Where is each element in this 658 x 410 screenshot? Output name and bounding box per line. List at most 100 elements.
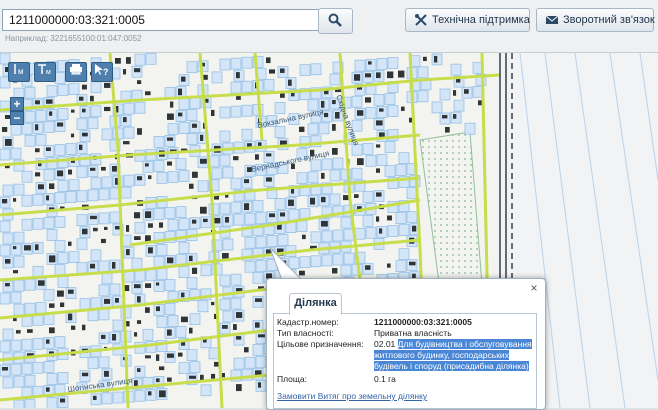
parcel[interactable] <box>241 128 253 141</box>
parcel[interactable] <box>46 157 58 169</box>
parcel[interactable] <box>10 147 22 160</box>
parcel[interactable] <box>21 218 33 231</box>
parcel[interactable] <box>101 128 113 141</box>
parcel[interactable] <box>406 211 418 224</box>
parcel[interactable] <box>164 279 176 291</box>
parcel[interactable] <box>54 240 66 252</box>
parcel[interactable] <box>230 201 242 214</box>
parcel[interactable] <box>57 84 69 96</box>
parcel[interactable] <box>90 105 102 118</box>
parcel[interactable] <box>68 251 80 263</box>
parcel[interactable] <box>76 262 88 275</box>
parcel[interactable] <box>310 255 322 268</box>
parcel[interactable] <box>395 164 407 176</box>
parcel[interactable] <box>101 272 113 285</box>
parcel[interactable] <box>21 362 33 375</box>
parcel[interactable] <box>10 243 22 256</box>
parcel[interactable] <box>32 193 44 206</box>
parcel[interactable] <box>10 291 22 304</box>
parcel[interactable] <box>351 95 363 108</box>
parcel[interactable] <box>35 301 47 314</box>
parcel[interactable] <box>24 134 36 147</box>
parcel[interactable] <box>354 227 366 240</box>
parcel[interactable] <box>288 209 300 221</box>
parcel[interactable] <box>0 244 11 257</box>
parcel[interactable] <box>178 98 190 110</box>
parcel[interactable] <box>54 72 66 84</box>
parcel[interactable] <box>362 214 374 227</box>
parcel[interactable] <box>167 171 179 183</box>
parcel[interactable] <box>90 297 102 310</box>
parcel[interactable] <box>43 217 55 229</box>
parcel[interactable] <box>134 269 146 282</box>
parcel[interactable] <box>395 260 407 272</box>
parcel[interactable] <box>274 198 286 210</box>
parcel[interactable] <box>189 361 201 374</box>
parcel[interactable] <box>351 167 363 180</box>
parcel[interactable] <box>90 81 102 94</box>
parcel[interactable] <box>167 123 179 135</box>
parcel[interactable] <box>230 81 242 94</box>
parcel[interactable] <box>252 271 264 284</box>
parcel[interactable] <box>211 71 223 84</box>
parcel[interactable] <box>10 363 22 376</box>
parcel[interactable] <box>2 376 14 389</box>
parcel[interactable] <box>76 190 88 203</box>
parcel[interactable] <box>178 362 190 374</box>
parcel[interactable] <box>255 355 267 368</box>
parcel[interactable] <box>0 292 11 305</box>
parcel[interactable] <box>230 177 242 190</box>
parcel[interactable] <box>123 126 135 139</box>
parcel[interactable] <box>230 105 242 118</box>
parcel[interactable] <box>219 58 231 71</box>
parcel[interactable] <box>123 270 135 283</box>
parcel[interactable] <box>24 278 36 291</box>
parcel[interactable] <box>241 56 253 69</box>
parcel[interactable] <box>13 303 25 316</box>
parcel[interactable] <box>321 254 333 267</box>
parcel[interactable] <box>24 374 36 387</box>
parcel[interactable] <box>219 154 231 167</box>
parcel[interactable] <box>109 283 121 296</box>
parcel[interactable] <box>54 264 66 276</box>
parcel[interactable] <box>120 186 132 199</box>
parcel[interactable] <box>134 389 146 402</box>
parcel[interactable] <box>318 122 330 135</box>
parcel[interactable] <box>98 284 110 297</box>
parcel[interactable] <box>156 244 168 256</box>
parcel[interactable] <box>417 66 429 79</box>
parcel[interactable] <box>90 249 102 262</box>
parcel[interactable] <box>332 229 344 242</box>
zoom-in-button[interactable]: + <box>10 97 24 111</box>
parcel[interactable] <box>321 158 333 171</box>
parcel[interactable] <box>376 58 388 70</box>
parcel[interactable] <box>200 264 212 277</box>
parcel[interactable] <box>310 63 322 76</box>
parcel[interactable] <box>46 397 58 408</box>
parcel[interactable] <box>332 157 344 170</box>
parcel[interactable] <box>178 218 190 230</box>
parcel[interactable] <box>387 105 399 117</box>
parcel[interactable] <box>98 212 110 225</box>
parcel[interactable] <box>87 189 99 202</box>
parcel[interactable] <box>211 167 223 180</box>
parcel[interactable] <box>222 310 234 323</box>
parcel[interactable] <box>450 63 462 76</box>
parcel[interactable] <box>98 356 110 369</box>
parcel[interactable] <box>244 236 256 249</box>
parcel[interactable] <box>362 190 374 203</box>
parcel[interactable] <box>373 94 385 106</box>
parcel[interactable] <box>365 106 377 119</box>
parcel[interactable] <box>43 289 55 301</box>
parcel[interactable] <box>24 398 36 408</box>
parcel[interactable] <box>175 158 187 170</box>
parcel[interactable] <box>13 375 25 388</box>
parcel[interactable] <box>453 99 465 112</box>
parcel[interactable] <box>65 191 77 203</box>
parcel[interactable] <box>222 238 234 251</box>
parcel[interactable] <box>241 80 253 93</box>
parcel[interactable] <box>90 177 102 190</box>
parcel[interactable] <box>0 340 11 353</box>
parcel[interactable] <box>277 234 289 246</box>
parcel[interactable] <box>384 93 396 105</box>
